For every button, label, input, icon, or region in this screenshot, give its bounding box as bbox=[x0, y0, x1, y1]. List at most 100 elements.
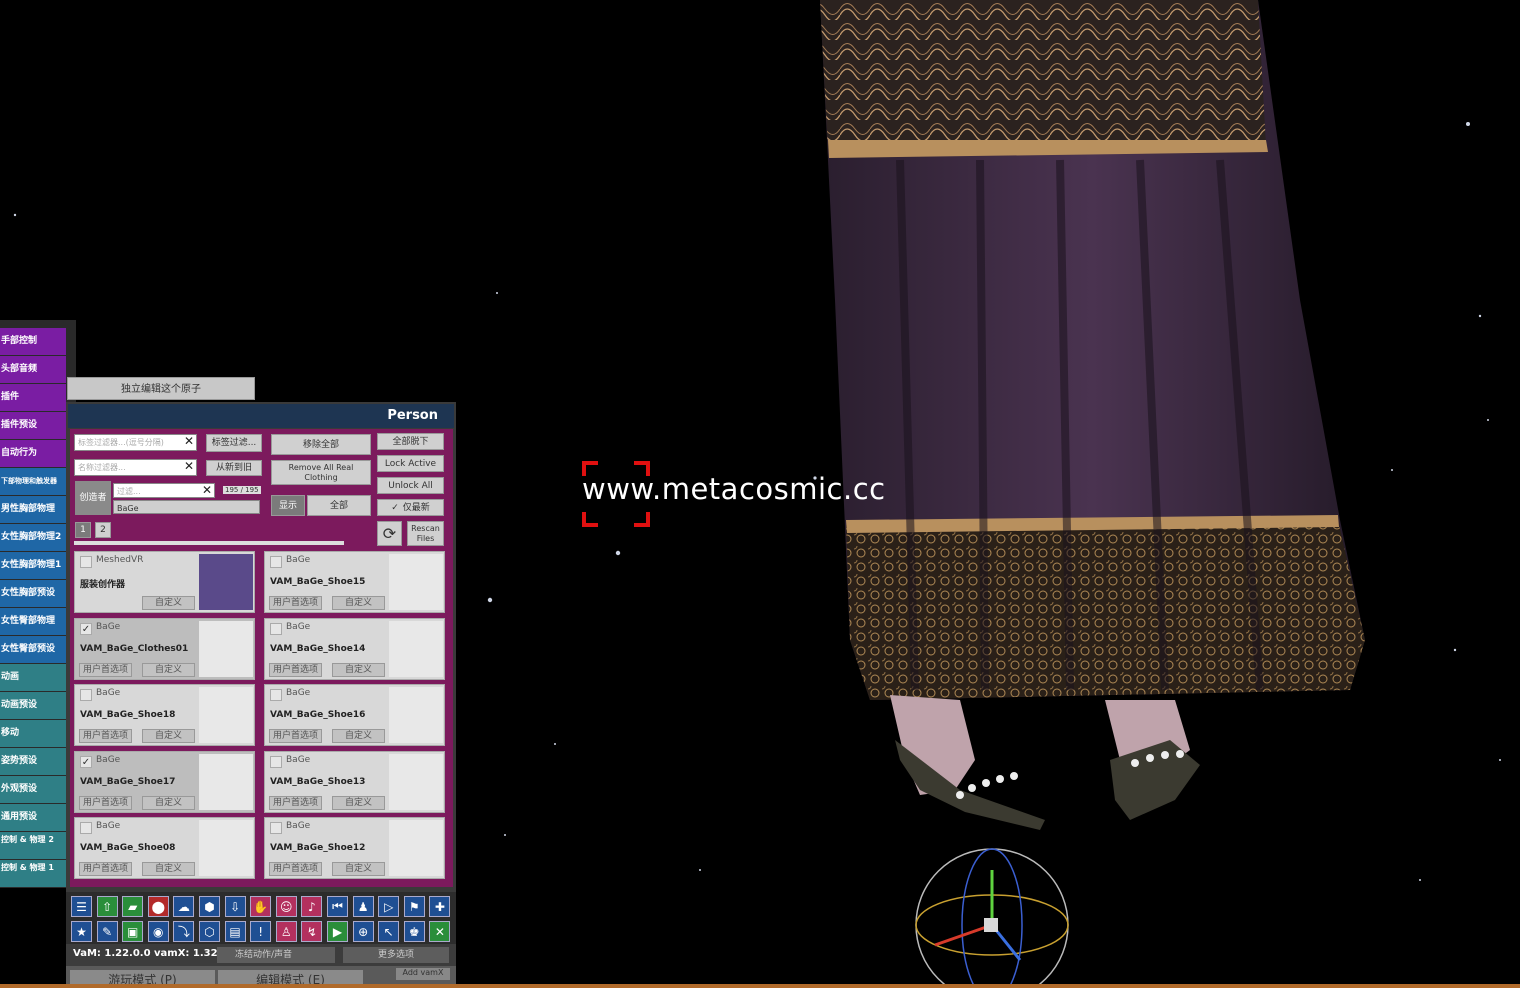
toolbar-icon[interactable]: ☺ bbox=[275, 896, 297, 917]
toolbar-icon[interactable]: ⏮ bbox=[327, 896, 348, 917]
user-prefs-button[interactable]: 用户首选项 bbox=[79, 662, 132, 677]
sidebar-item[interactable]: 女性胸部物理2 bbox=[0, 524, 66, 551]
freeze-toggle[interactable]: 冻结动作/声音 bbox=[217, 947, 335, 963]
customize-button[interactable]: 自定义 bbox=[332, 729, 385, 743]
checkbox[interactable] bbox=[270, 622, 282, 635]
toolbar-icon[interactable]: ⊕ bbox=[352, 921, 374, 942]
toolbar-icon[interactable]: ✋ bbox=[250, 896, 272, 917]
toolbar-icon[interactable]: ⚑ bbox=[403, 896, 425, 917]
user-prefs-button[interactable]: 用户首选项 bbox=[79, 862, 132, 876]
toolbar-icon[interactable]: ★ bbox=[71, 921, 92, 942]
clothing-item[interactable]: ✓ BaGe VAM_BaGe_Shoe17 用户首选项 自定义 bbox=[74, 750, 255, 813]
sidebar-item[interactable]: 女性臀部预设 bbox=[0, 636, 66, 663]
refresh-icon[interactable]: ⟳ bbox=[377, 521, 402, 546]
checkbox[interactable] bbox=[80, 822, 92, 834]
toolbar-icon[interactable]: ♙ bbox=[275, 921, 297, 942]
name-filter-input[interactable]: 名称过滤器... ✕ bbox=[74, 459, 197, 476]
page-2-button[interactable]: 2 bbox=[95, 522, 111, 538]
sidebar-item[interactable]: 动画 bbox=[0, 664, 66, 691]
user-prefs-button[interactable]: 用户首选项 bbox=[269, 862, 322, 876]
clothing-item[interactable]: MeshedVR 服装创作器 自定义 bbox=[74, 551, 255, 613]
unlock-all-button[interactable]: Unlock All bbox=[377, 477, 444, 494]
toolbar-icon[interactable]: ⇩ bbox=[224, 896, 246, 917]
sidebar-item[interactable]: 手部控制 bbox=[0, 328, 66, 355]
active-only-toggle[interactable]: ✓ 仅最新 bbox=[377, 499, 444, 516]
creator-select[interactable]: BaGe bbox=[113, 500, 260, 514]
toolbar-icon[interactable]: ♚ bbox=[403, 921, 425, 942]
sidebar-item[interactable]: 自动行为 bbox=[0, 440, 66, 467]
toolbar-icon[interactable]: ▷ bbox=[378, 896, 400, 917]
sidebar-item[interactable]: 下部物理和触发器 bbox=[0, 468, 66, 495]
sidebar-item[interactable]: 控制 & 物理 1 bbox=[0, 860, 66, 887]
close-icon[interactable]: ✕ bbox=[202, 483, 212, 498]
customize-button[interactable]: 自定义 bbox=[332, 596, 385, 610]
toolbar-icon[interactable]: ◉ bbox=[147, 921, 169, 942]
toolbar-icon[interactable]: ♟ bbox=[352, 896, 374, 917]
undress-all-button[interactable]: 全部脱下 bbox=[377, 433, 444, 450]
sidebar-item[interactable]: 女性胸部物理1 bbox=[0, 552, 66, 579]
customize-button[interactable]: 自定义 bbox=[332, 862, 385, 876]
clothing-item[interactable]: BaGe VAM_BaGe_Shoe15 用户首选项 自定义 bbox=[264, 551, 445, 613]
user-prefs-button[interactable]: 用户首选项 bbox=[269, 662, 322, 677]
clothing-item[interactable]: BaGe VAM_BaGe_Shoe13 用户首选项 自定义 bbox=[264, 750, 445, 813]
rescan-files-button[interactable]: Rescan Files bbox=[407, 521, 444, 546]
checkbox[interactable] bbox=[270, 755, 282, 768]
toolbar-icon[interactable]: ⬡ bbox=[199, 921, 220, 942]
customize-button[interactable]: 自定义 bbox=[142, 795, 195, 810]
toolbar-icon[interactable]: ⬢ bbox=[199, 896, 220, 917]
clothing-item[interactable]: ✓ BaGe VAM_BaGe_Clothes01 用户首选项 自定义 bbox=[74, 617, 255, 680]
creator-filter-input[interactable]: 过滤... ✕ bbox=[113, 483, 215, 498]
sidebar-item[interactable]: 控制 & 物理 2 bbox=[0, 832, 66, 859]
customize-button[interactable]: 自定义 bbox=[332, 662, 385, 677]
toolbar-icon[interactable]: ! bbox=[250, 921, 272, 942]
close-icon[interactable]: ✕ bbox=[184, 459, 194, 474]
checkbox[interactable] bbox=[270, 689, 282, 701]
remove-all-real-clothing-button[interactable]: Remove All Real Clothing bbox=[271, 460, 371, 485]
customize-button[interactable]: 自定义 bbox=[142, 596, 195, 610]
toolbar-icon[interactable]: ⤵ bbox=[173, 921, 195, 942]
toolbar-icon[interactable]: ▰ bbox=[122, 896, 144, 917]
add-vamx-button[interactable]: Add vamX bbox=[396, 968, 450, 980]
toolbar-icon[interactable]: ⇧ bbox=[96, 896, 118, 917]
sidebar-item[interactable]: 女性胸部预设 bbox=[0, 580, 66, 607]
sidebar-item[interactable]: 移动 bbox=[0, 720, 66, 747]
user-prefs-button[interactable]: 用户首选项 bbox=[79, 729, 132, 743]
clothing-item[interactable]: BaGe VAM_BaGe_Shoe18 用户首选项 自定义 bbox=[74, 684, 255, 746]
close-icon[interactable]: ✕ bbox=[184, 434, 194, 449]
checkbox[interactable] bbox=[80, 556, 92, 568]
user-prefs-button[interactable]: 用户首选项 bbox=[269, 729, 322, 743]
lock-active-button[interactable]: Lock Active bbox=[377, 455, 444, 472]
customize-button[interactable]: 自定义 bbox=[332, 795, 385, 810]
customize-button[interactable]: 自定义 bbox=[142, 729, 195, 743]
tag-filter-button[interactable]: 标签过滤... bbox=[206, 434, 262, 452]
scroll-indicator[interactable] bbox=[74, 541, 344, 545]
toolbar-icon[interactable]: ↯ bbox=[301, 921, 323, 942]
clothing-item[interactable]: BaGe VAM_BaGe_Shoe16 用户首选项 自定义 bbox=[264, 684, 445, 746]
sidebar-item[interactable]: 姿势预设 bbox=[0, 748, 66, 775]
tag-filter-input[interactable]: 标签过滤器...(逗号分隔) ✕ bbox=[74, 434, 197, 451]
toolbar-icon[interactable]: ♪ bbox=[301, 896, 323, 917]
toolbar-icon[interactable]: ✎ bbox=[96, 921, 118, 942]
toolbar-icon[interactable]: ▶ bbox=[327, 921, 348, 942]
toolbar-icon[interactable]: ⬤ bbox=[147, 896, 169, 917]
sidebar-item[interactable]: 男性胸部物理 bbox=[0, 496, 66, 523]
sidebar-item[interactable]: 通用预设 bbox=[0, 804, 66, 831]
edit-atom-tab[interactable]: 独立编辑这个原子 bbox=[67, 377, 255, 400]
customize-button[interactable]: 自定义 bbox=[142, 862, 195, 876]
clothing-item[interactable]: BaGe VAM_BaGe_Shoe14 用户首选项 自定义 bbox=[264, 617, 445, 680]
checkbox[interactable]: ✓ bbox=[80, 755, 92, 768]
show-select[interactable]: 全部 bbox=[307, 495, 371, 516]
sort-button[interactable]: 从新到旧 bbox=[206, 460, 262, 476]
user-prefs-button[interactable]: 用户首选项 bbox=[269, 596, 322, 610]
customize-button[interactable]: 自定义 bbox=[142, 662, 195, 677]
sidebar-item[interactable]: 动画预设 bbox=[0, 692, 66, 719]
checkbox[interactable] bbox=[270, 556, 282, 568]
toolbar-icon[interactable]: ↖ bbox=[378, 921, 400, 942]
sidebar-item[interactable]: 女性臀部物理 bbox=[0, 608, 66, 635]
clothing-item[interactable]: BaGe VAM_BaGe_Shoe12 用户首选项 自定义 bbox=[264, 817, 445, 879]
toolbar-icon[interactable]: ✚ bbox=[429, 896, 451, 917]
user-prefs-button[interactable]: 用户首选项 bbox=[79, 795, 132, 810]
toolbar-icon[interactable]: ☰ bbox=[71, 896, 92, 917]
checkbox[interactable] bbox=[270, 822, 282, 834]
sidebar-item[interactable]: 头部音频 bbox=[0, 356, 66, 383]
